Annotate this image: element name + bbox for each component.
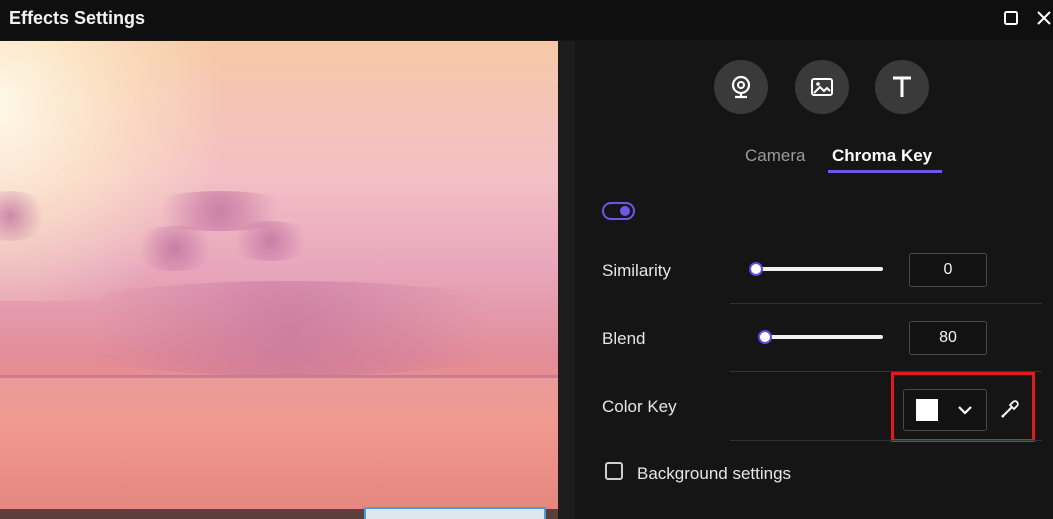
title-bar: Effects Settings: [0, 0, 1053, 40]
blend-label: Blend: [602, 329, 646, 348]
preview-cloud: [10, 281, 558, 376]
video-preview: [0, 41, 558, 519]
preview-overlay-thumbnail[interactable]: [364, 507, 546, 519]
window-title: Effects Settings: [9, 8, 146, 28]
similarity-label: Similarity: [602, 261, 671, 280]
tab-camera[interactable]: Camera: [745, 146, 805, 166]
preview-cloud: [130, 226, 220, 271]
tab-chroma-key[interactable]: Chroma Key: [832, 146, 932, 166]
preview-cloud: [225, 221, 315, 261]
text-icon[interactable]: [875, 60, 929, 114]
active-tab-indicator: [828, 170, 942, 173]
preview-sea: [0, 377, 558, 519]
background-settings-label[interactable]: Background settings: [637, 464, 791, 484]
similarity-value-input[interactable]: 0: [909, 253, 987, 287]
webcam-icon[interactable]: [714, 60, 768, 114]
background-settings-checkbox[interactable]: [605, 462, 623, 480]
blend-value-input[interactable]: 80: [909, 321, 987, 355]
toggle-knob: [620, 206, 630, 216]
close-icon[interactable]: [1031, 5, 1053, 31]
row-separator: [730, 303, 1042, 304]
color-key-highlight-box: [891, 372, 1035, 442]
preview-sky-glow: [0, 41, 260, 301]
image-icon[interactable]: [795, 60, 849, 114]
row-separator: [730, 440, 1042, 441]
similarity-slider[interactable]: [749, 262, 883, 276]
maximize-icon[interactable]: [998, 5, 1024, 31]
panel-divider: [558, 41, 575, 519]
preview-horizon: [0, 375, 558, 378]
blend-slider-thumb[interactable]: [758, 330, 772, 344]
blend-slider[interactable]: [758, 330, 883, 344]
chroma-key-toggle[interactable]: [602, 202, 635, 220]
similarity-slider-thumb[interactable]: [749, 262, 763, 276]
color-key-label: Color Key: [602, 397, 677, 416]
